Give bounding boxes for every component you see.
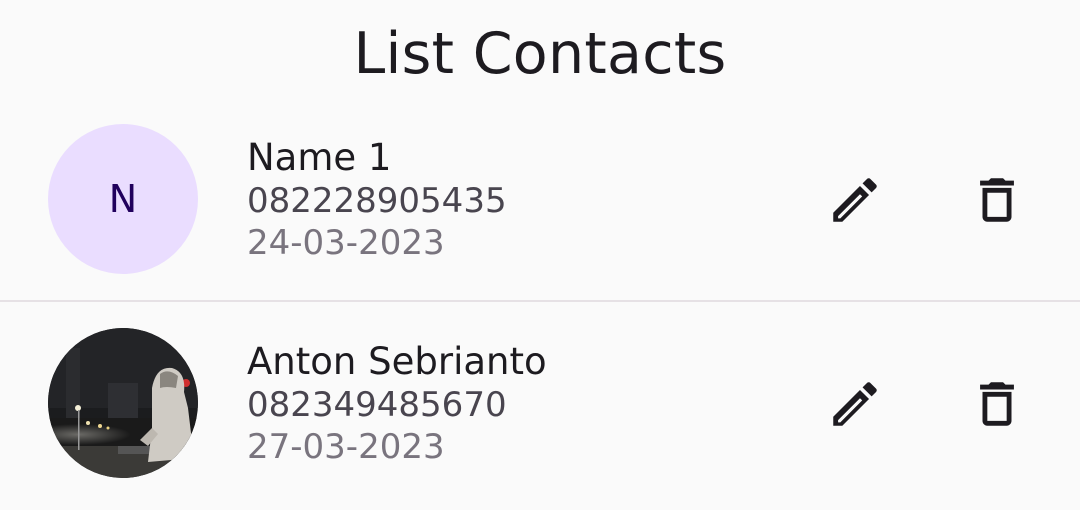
avatar-photo	[48, 328, 198, 478]
avatar: N	[48, 124, 198, 274]
trash-icon	[968, 375, 1026, 433]
trash-icon	[968, 171, 1026, 229]
contact-phone: 082228905435	[247, 181, 507, 221]
contact-phone: 082349485670	[247, 385, 507, 425]
app-bar: List Contacts	[0, 0, 1080, 108]
contact-list: N Name 1 082228905435 24-03-2023 Anton S…	[0, 108, 1080, 478]
edit-button[interactable]	[811, 156, 899, 244]
pencil-icon	[826, 171, 884, 229]
contact-date: 27-03-2023	[247, 427, 445, 467]
contact-name: Name 1	[247, 136, 392, 179]
avatar	[48, 328, 198, 478]
avatar-initial: N	[108, 177, 138, 221]
contact-date: 24-03-2023	[247, 223, 445, 263]
delete-button[interactable]	[953, 156, 1041, 244]
contact-list-item[interactable]: Anton Sebrianto 082349485670 27-03-2023	[0, 302, 1080, 508]
contacts-screen: List Contacts N Name 1 082228905435 24-0…	[0, 0, 1080, 510]
edit-button[interactable]	[811, 360, 899, 448]
contact-list-item[interactable]: N Name 1 082228905435 24-03-2023	[0, 108, 1080, 300]
delete-button[interactable]	[953, 360, 1041, 448]
contact-name: Anton Sebrianto	[247, 340, 547, 383]
page-title: List Contacts	[353, 21, 727, 87]
pencil-icon	[826, 375, 884, 433]
